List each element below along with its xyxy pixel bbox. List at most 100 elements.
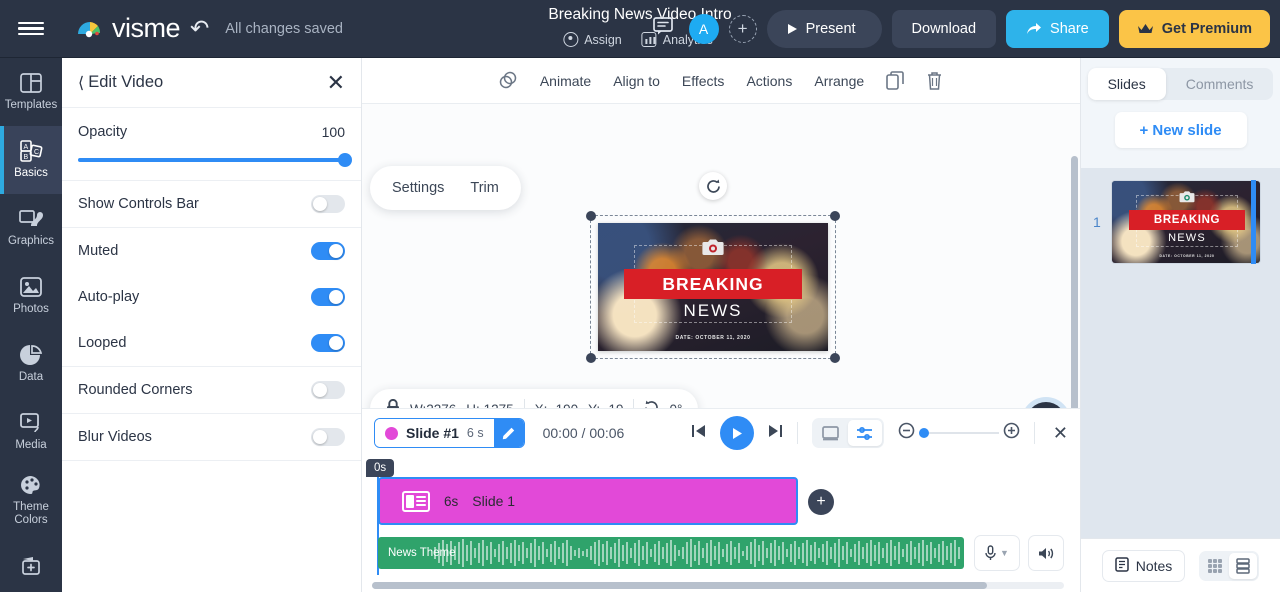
chevron-left-icon[interactable]: ⟨ xyxy=(78,73,84,93)
share-button[interactable]: Share xyxy=(1006,10,1109,48)
zoom-in-icon[interactable] xyxy=(1003,422,1020,444)
skip-previous-icon[interactable] xyxy=(691,424,706,442)
timeline-scrollbar-thumb[interactable] xyxy=(372,582,987,589)
rounded-corners-switch[interactable] xyxy=(311,381,345,399)
pencil-icon[interactable] xyxy=(493,419,524,447)
hamburger-icon[interactable] xyxy=(0,0,62,58)
add-slide-clip-button[interactable]: + xyxy=(808,489,834,515)
sidebar-label: Basics xyxy=(14,167,48,180)
sidebar-item-photos[interactable]: Photos xyxy=(0,262,62,330)
microphone-button[interactable]: ▼ xyxy=(974,535,1020,571)
slide-thumb-icon xyxy=(402,490,430,512)
sidebar-item-graphics[interactable]: Graphics xyxy=(0,194,62,262)
actions-button[interactable]: Actions xyxy=(746,73,792,89)
right-panel-tabs: Slides Comments xyxy=(1081,58,1280,110)
zoom-slider[interactable] xyxy=(918,428,999,438)
toggle-blur-videos[interactable]: Blur Videos xyxy=(62,414,361,461)
toggle-muted[interactable]: Muted xyxy=(62,228,361,274)
toggle-label: Blur Videos xyxy=(78,429,152,445)
microphone-icon xyxy=(985,545,996,560)
canvas-scrollbar[interactable] xyxy=(1071,156,1078,446)
right-panel: Slides Comments + New slide 1 BREAKING N… xyxy=(1080,58,1280,592)
new-slide-button[interactable]: + New slide xyxy=(1114,112,1247,148)
toggle-label: Muted xyxy=(78,243,119,259)
looped-switch[interactable] xyxy=(311,334,345,352)
sidebar-item-add[interactable] xyxy=(0,534,62,592)
resize-handle-br[interactable] xyxy=(830,353,840,363)
sidebar-item-theme-colors[interactable]: Theme Colors xyxy=(0,466,62,534)
tab-slides[interactable]: Slides xyxy=(1087,68,1166,100)
toggle-rounded-corners[interactable]: Rounded Corners xyxy=(62,367,361,414)
timeline-view-icon[interactable] xyxy=(847,420,882,446)
download-label: Download xyxy=(911,21,977,37)
toggle-show-controls-bar[interactable]: Show Controls Bar xyxy=(62,181,361,228)
muted-switch[interactable] xyxy=(311,242,345,260)
toggle-label: Rounded Corners xyxy=(78,382,193,398)
slide-clip[interactable]: 6s Slide 1 xyxy=(378,477,798,525)
canvas-stage[interactable]: Settings Trim BREAKING NEWS DATE: OCTOBE… xyxy=(362,104,1080,454)
toggle-looped[interactable]: Looped xyxy=(62,320,361,367)
notes-button[interactable]: Notes xyxy=(1101,549,1186,582)
zoom-out-icon[interactable] xyxy=(898,422,915,444)
news-text: NEWS xyxy=(683,301,743,320)
play-icon xyxy=(787,24,797,34)
tab-comments[interactable]: Comments xyxy=(1166,68,1274,100)
rotate-icon[interactable] xyxy=(699,172,727,200)
opacity-slider-knob[interactable] xyxy=(338,153,352,167)
audio-clip[interactable]: News Theme xyxy=(378,537,964,569)
align-to-button[interactable]: Align to xyxy=(613,73,660,89)
effects-button[interactable]: Effects xyxy=(682,73,725,89)
get-premium-button[interactable]: Get Premium xyxy=(1118,10,1270,48)
resize-handle-tl[interactable] xyxy=(586,211,596,221)
close-icon[interactable]: ✕ xyxy=(327,71,345,94)
show-controls-bar-switch[interactable] xyxy=(311,195,345,213)
canvas-scrollbar-thumb[interactable] xyxy=(1071,156,1078,411)
list-view-icon[interactable] xyxy=(1229,552,1258,579)
sidebar-item-media[interactable]: Media xyxy=(0,398,62,466)
sidebar-item-templates[interactable]: Templates xyxy=(0,58,62,126)
add-collaborator-icon[interactable]: + xyxy=(728,15,757,43)
opacity-slider[interactable] xyxy=(78,153,352,167)
trim-tab[interactable]: Trim xyxy=(470,180,498,196)
blur-videos-switch[interactable] xyxy=(311,428,345,446)
right-panel-footer: Notes xyxy=(1081,538,1280,592)
toggle-auto-play[interactable]: Auto-play xyxy=(62,274,361,320)
zoom-slider-knob[interactable] xyxy=(918,428,929,438)
sidebar-item-basics[interactable]: ABC Basics xyxy=(0,126,62,194)
svg-text:C: C xyxy=(34,149,39,156)
settings-tab[interactable]: Settings xyxy=(392,180,444,196)
assign-button[interactable]: Assign xyxy=(559,30,630,49)
timeline-controls: Slide #1 6 s 00:00 / 00:06 ✕ xyxy=(362,409,1080,457)
skip-next-icon[interactable] xyxy=(768,424,783,442)
selected-video-element[interactable]: BREAKING NEWS DATE: OCTOBER 11, 2020 xyxy=(586,172,840,363)
undo-arrow-icon[interactable]: ↶ xyxy=(190,17,209,40)
slide-view-icon[interactable] xyxy=(814,420,848,446)
slide-thumbnail[interactable]: BREAKING NEWS DATE: OCTOBER 11, 2020 xyxy=(1111,180,1261,264)
auto-play-switch[interactable] xyxy=(311,288,345,306)
brand-logo[interactable]: visme xyxy=(76,13,181,44)
present-button[interactable]: Present xyxy=(766,10,882,48)
play-button[interactable] xyxy=(719,416,754,450)
speaker-icon xyxy=(1039,547,1054,559)
avatar[interactable]: A xyxy=(688,14,719,44)
resize-handle-bl[interactable] xyxy=(586,353,596,363)
comment-icon[interactable] xyxy=(647,17,679,41)
timeline-horizontal-scrollbar[interactable] xyxy=(372,582,1064,589)
animate-button[interactable]: Animate xyxy=(540,73,591,89)
download-button[interactable]: Download xyxy=(891,10,997,48)
current-slide-chip[interactable]: Slide #1 6 s xyxy=(374,418,525,448)
crown-icon xyxy=(1137,24,1153,33)
animate-circles-icon[interactable] xyxy=(499,71,518,90)
arrange-button[interactable]: Arrange xyxy=(814,73,864,89)
duplicate-icon[interactable] xyxy=(886,71,904,90)
sidebar-item-data[interactable]: Data xyxy=(0,330,62,398)
audio-clip-name: News Theme xyxy=(388,547,456,559)
notes-label: Notes xyxy=(1135,557,1173,574)
close-timeline-icon[interactable]: ✕ xyxy=(1053,423,1068,444)
resize-handle-tr[interactable] xyxy=(830,211,840,221)
slide-thumbnail-row[interactable]: 1 BREAKING NEWS DATE: OCTOBER 11, 2020 xyxy=(1081,180,1280,264)
speaker-button[interactable] xyxy=(1028,535,1064,571)
slide-view-toggle xyxy=(1199,550,1260,581)
grid-view-icon[interactable] xyxy=(1201,553,1229,579)
trash-icon[interactable] xyxy=(926,71,943,90)
